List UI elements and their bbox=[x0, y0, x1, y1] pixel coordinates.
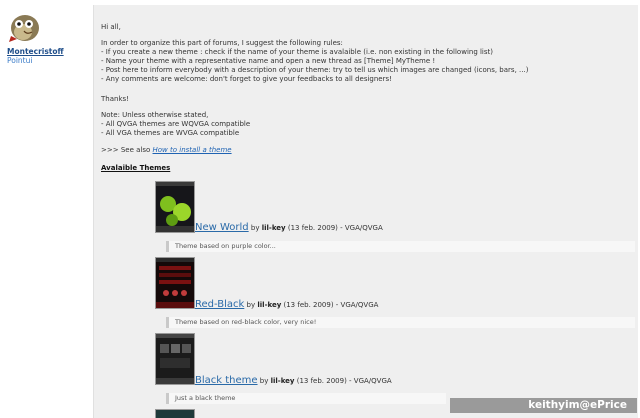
by-label: by bbox=[259, 377, 269, 385]
user-info: Montecristoff Pointui bbox=[0, 0, 92, 418]
see-also: >>> See also How to install a theme bbox=[101, 146, 232, 155]
theme-link[interactable]: New World bbox=[195, 222, 249, 233]
theme-meta: (13 feb. 2009) - VGA/QVGA bbox=[287, 224, 383, 232]
theme-thumbnail[interactable] bbox=[155, 181, 195, 233]
theme-entry: Black theme by lil-key (13 feb. 2009) - … bbox=[195, 375, 392, 386]
greeting: Hi all, bbox=[101, 23, 121, 31]
intro-text: In order to organize this part of forums… bbox=[101, 39, 343, 47]
watermark: keithyim@ePrice bbox=[450, 398, 637, 413]
theme-author[interactable]: lil-key bbox=[257, 301, 281, 309]
theme-description: Theme based on red-black color, very nic… bbox=[166, 317, 635, 328]
theme-entry: New World by lil-key (13 feb. 2009) - VG… bbox=[195, 222, 383, 233]
theme-author[interactable]: lil-key bbox=[271, 377, 295, 385]
by-label: by bbox=[250, 224, 260, 232]
theme-thumbnail[interactable] bbox=[155, 257, 195, 309]
note-line: - All QVGA themes are WQVGA compatible bbox=[101, 120, 251, 128]
user-title: Pointui bbox=[7, 56, 33, 65]
install-theme-link[interactable]: How to install a theme bbox=[153, 146, 232, 154]
see-also-prefix: >>> See also bbox=[101, 146, 151, 154]
rule-line: - Post here to inform everybody with a d… bbox=[101, 66, 529, 74]
note-title: Note: Unless otherwise stated, bbox=[101, 111, 209, 119]
post-body: Hi all, In order to organize this part o… bbox=[93, 5, 638, 418]
theme-meta: (13 feb. 2009) - VGA/QVGA bbox=[296, 377, 392, 385]
rule-line: - Name your theme with a representative … bbox=[101, 57, 436, 65]
theme-thumbnail[interactable] bbox=[155, 333, 195, 385]
theme-author[interactable]: lil-key bbox=[262, 224, 286, 232]
thanks-text: Thanks! bbox=[101, 95, 129, 103]
theme-description: Just a black theme bbox=[166, 393, 446, 404]
theme-thumbnail[interactable] bbox=[155, 409, 195, 418]
note-line: - All VGA themes are WVGA compatible bbox=[101, 129, 240, 137]
username-link[interactable]: Montecristoff bbox=[7, 47, 64, 56]
theme-meta: (13 feb. 2009) - VGA/QVGA bbox=[283, 301, 379, 309]
themes-heading: Avalaible Themes bbox=[101, 164, 171, 172]
by-label: by bbox=[246, 301, 256, 309]
avatar[interactable] bbox=[7, 10, 41, 44]
theme-link[interactable]: Black theme bbox=[195, 375, 258, 386]
theme-link[interactable]: Red-Black bbox=[195, 299, 244, 310]
theme-entry: Red-Black by lil-key (13 feb. 2009) - VG… bbox=[195, 299, 378, 310]
rule-line: - Any comments are welcome: don't forget… bbox=[101, 75, 392, 83]
rule-line: - If you create a new theme : check if t… bbox=[101, 48, 493, 56]
theme-description: Theme based on purple color... bbox=[166, 241, 635, 252]
